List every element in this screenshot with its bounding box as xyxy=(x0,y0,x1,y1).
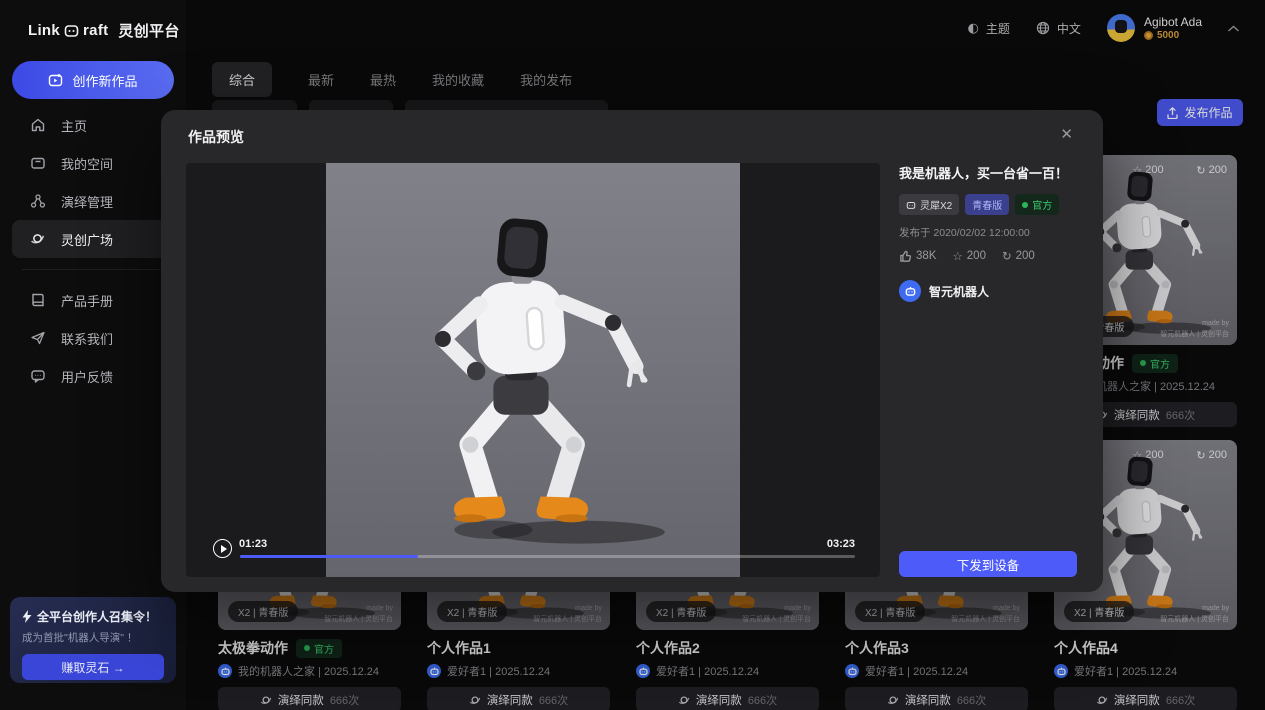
folder-icon xyxy=(30,155,47,172)
work-stats: 38K ☆200 ↻200 xyxy=(899,249,1077,263)
sidebar-item-feedback[interactable]: 用户反馈 xyxy=(12,357,174,395)
create-icon xyxy=(48,73,63,88)
video-player: 01:23 03:23 xyxy=(186,163,880,577)
progress-bar[interactable] xyxy=(240,555,855,558)
sidebar-item-label: 灵创广场 xyxy=(61,230,113,249)
play-button[interactable] xyxy=(213,539,232,558)
promo-subtitle: 成为首批"机器人导演" ！ xyxy=(22,630,164,645)
nodes-icon xyxy=(30,193,47,210)
planet-icon xyxy=(30,231,47,248)
current-time: 01:23 xyxy=(239,538,267,550)
total-time: 03:23 xyxy=(827,538,855,550)
robot-render xyxy=(360,217,705,562)
work-title: 我是机器人，买一台省一百！ xyxy=(899,163,1077,182)
create-label: 创作新作品 xyxy=(72,71,137,90)
robot-logo-icon xyxy=(64,23,79,38)
send-icon xyxy=(30,330,47,347)
sidebar-item-label: 主页 xyxy=(61,116,87,135)
app-root: Link raft 灵创平台 创作新作品 主页 我的空间 演绎管理 灵创广场 xyxy=(0,0,1265,710)
model-badge: 灵犀X2 xyxy=(899,194,959,215)
logo-text-cn: 灵创平台 xyxy=(118,20,179,41)
sidebar-item-label: 产品手册 xyxy=(61,291,113,310)
menu-divider xyxy=(22,269,164,270)
create-work-button[interactable]: 创作新作品 xyxy=(12,61,174,99)
sidebar-item-product-manual[interactable]: 产品手册 xyxy=(12,281,174,319)
work-preview-modal: 作品预览 ✕ 01:23 03:23 我是机器人，买一台省一百！ 灵犀X2 青春… xyxy=(161,110,1103,592)
earn-gems-button[interactable]: 赚取灵石 → xyxy=(22,654,164,680)
sidebar-item-lingchuang-plaza[interactable]: 灵创广场 xyxy=(12,220,174,258)
sidebar-item-label: 用户反馈 xyxy=(61,367,113,386)
sidebar-item-home[interactable]: 主页 xyxy=(12,106,174,144)
sidebar-menu: 主页 我的空间 演绎管理 灵创广场 产品手册 联系我们 xyxy=(0,106,186,395)
sidebar-item-label: 联系我们 xyxy=(61,329,113,348)
play-icon xyxy=(221,545,227,553)
sidebar-item-performance-mgmt[interactable]: 演绎管理 xyxy=(12,182,174,220)
book-icon xyxy=(30,292,47,309)
brand-logo: Link raft 灵创平台 xyxy=(28,20,180,41)
sidebar-item-my-space[interactable]: 我的空间 xyxy=(12,144,174,182)
close-icon[interactable]: ✕ xyxy=(1060,125,1073,143)
author-avatar xyxy=(899,280,921,302)
author-name: 智元机器人 xyxy=(929,283,989,300)
publish-date: 发布于 2020/02/02 12:00:00 xyxy=(899,225,1077,240)
sidebar-item-label: 演绎管理 xyxy=(61,192,113,211)
work-author[interactable]: 智元机器人 xyxy=(899,280,1077,302)
creator-promo-card: 全平台创作人召集令！ 成为首批"机器人导演" ！ 赚取灵石 → xyxy=(10,597,176,683)
progress-fill xyxy=(240,555,418,558)
logo-text-suffix: raft xyxy=(83,22,108,39)
edition-badge: 青春版 xyxy=(965,194,1009,215)
shares-stat[interactable]: ↻200 xyxy=(1002,249,1035,263)
share-icon: ↻ xyxy=(1002,249,1012,263)
work-detail-panel: 我是机器人，买一台省一百！ 灵犀X2 青春版 官方 发布于 2020/02/02… xyxy=(899,163,1077,577)
work-badges: 灵犀X2 青春版 官方 xyxy=(899,194,1077,215)
star-icon: ☆ xyxy=(952,249,962,263)
modal-title: 作品预览 xyxy=(188,127,244,147)
video-frame xyxy=(326,163,740,577)
logo-text-prefix: Link xyxy=(28,22,60,39)
lightning-icon xyxy=(22,610,32,623)
promo-title: 全平台创作人召集令！ xyxy=(37,608,157,625)
feedback-icon xyxy=(30,368,47,385)
likes-stat[interactable]: 38K xyxy=(899,249,936,263)
sidebar: Link raft 灵创平台 创作新作品 主页 我的空间 演绎管理 灵创广场 xyxy=(0,0,186,710)
deploy-to-device-button[interactable]: 下发到设备 xyxy=(899,551,1077,577)
official-badge: 官方 xyxy=(1015,194,1059,215)
stars-stat[interactable]: ☆200 xyxy=(952,249,986,263)
sidebar-item-label: 我的空间 xyxy=(61,154,113,173)
sidebar-item-contact-us[interactable]: 联系我们 xyxy=(12,319,174,357)
home-icon xyxy=(30,117,47,134)
